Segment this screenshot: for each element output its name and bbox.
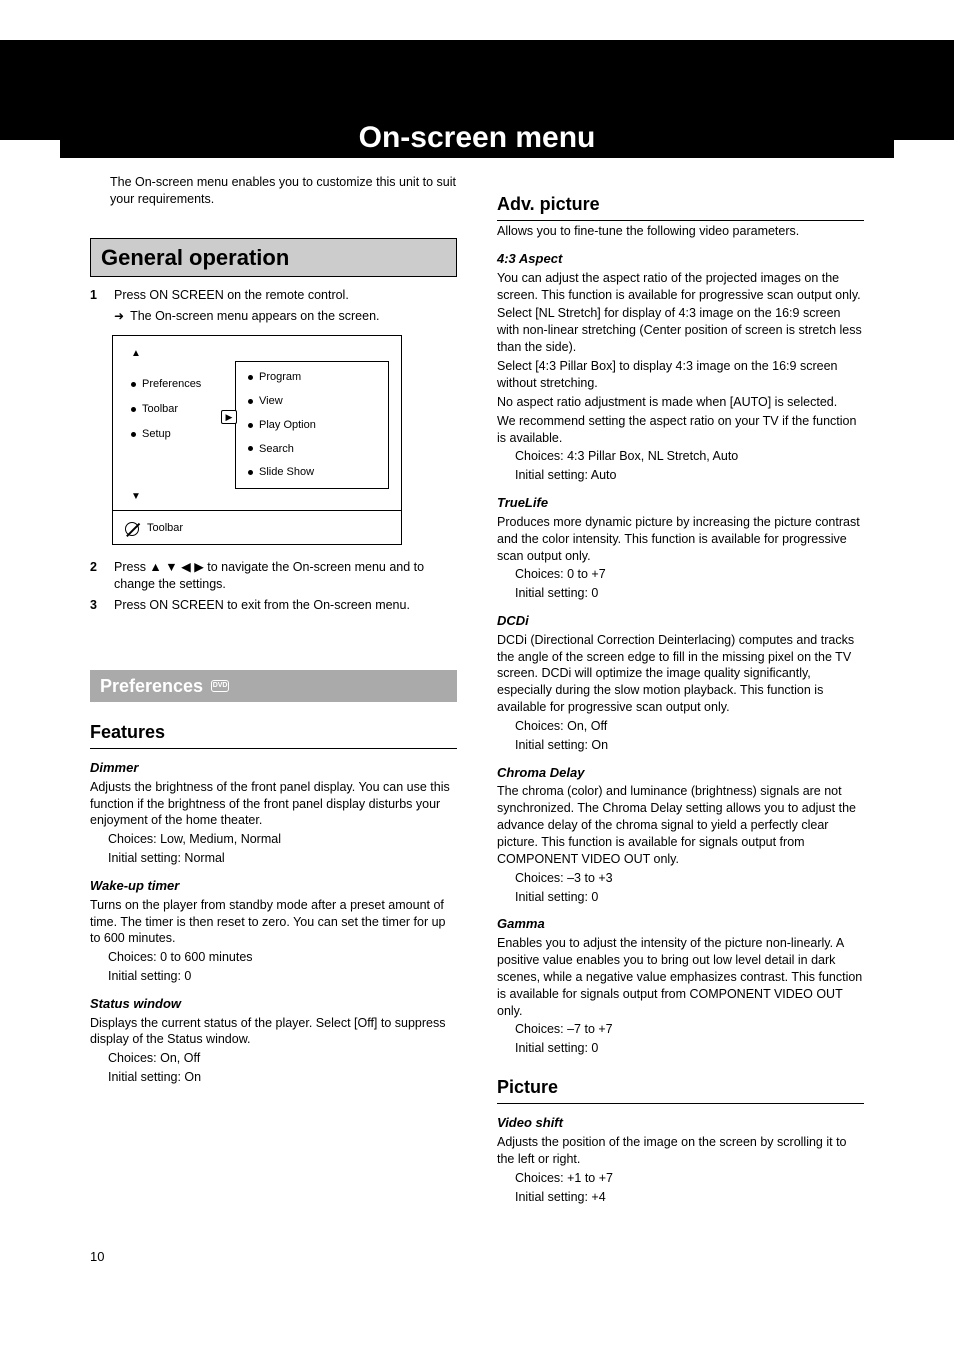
menu-left-item: Toolbar bbox=[131, 402, 225, 417]
status-heading: Status window bbox=[90, 995, 457, 1013]
video-shift-heading: Video shift bbox=[497, 1114, 864, 1132]
menu-down-arrow-icon bbox=[125, 489, 389, 504]
wakeup-heading: Wake-up timer bbox=[90, 877, 457, 895]
aspect-p3: Select [4:3 Pillar Box] to display 4:3 i… bbox=[497, 358, 864, 392]
status-initial: Initial setting: On bbox=[108, 1069, 457, 1086]
menu-left-item: Preferences bbox=[131, 377, 225, 392]
menu-submenu-box: Program View Play Option Search Slide Sh… bbox=[235, 361, 389, 489]
video-shift-choices: Choices: +1 to +7 bbox=[515, 1170, 864, 1187]
status-choices: Choices: On, Off bbox=[108, 1050, 457, 1067]
menu-footer-label: Toolbar bbox=[147, 521, 183, 536]
video-shift-initial: Initial setting: +4 bbox=[515, 1189, 864, 1206]
dimmer-choices: Choices: Low, Medium, Normal bbox=[108, 831, 457, 848]
dvd-icon: DVD bbox=[211, 680, 229, 692]
truelife-choices: Choices: 0 to +7 bbox=[515, 566, 864, 583]
status-body: Displays the current status of the playe… bbox=[90, 1015, 457, 1049]
chroma-heading: Chroma Delay bbox=[497, 764, 864, 782]
dcdi-initial: Initial setting: On bbox=[515, 737, 864, 754]
chroma-choices: Choices: –3 to +3 bbox=[515, 870, 864, 887]
page-title-bar: On-screen menu bbox=[60, 118, 894, 158]
dimmer-heading: Dimmer bbox=[90, 759, 457, 777]
left-column: The On-screen menu enables you to custom… bbox=[90, 174, 457, 1208]
features-heading: Features bbox=[90, 720, 457, 749]
gamma-initial: Initial setting: 0 bbox=[515, 1040, 864, 1057]
menu-right-item: Play Option bbox=[248, 418, 376, 433]
gamma-heading: Gamma bbox=[497, 915, 864, 933]
aspect-p1: You can adjust the aspect ratio of the p… bbox=[497, 270, 864, 304]
step-text: Press ▲ ▼ ◀ ▶ to navigate the On-screen … bbox=[114, 559, 457, 593]
intro-text: The On-screen menu enables you to custom… bbox=[110, 174, 457, 208]
dcdi-choices: Choices: On, Off bbox=[515, 718, 864, 735]
adv-picture-heading: Adv. picture bbox=[497, 192, 864, 221]
dcdi-heading: DCDi bbox=[497, 612, 864, 630]
header-band: On-screen menu bbox=[0, 40, 954, 140]
menu-left-item: Setup bbox=[131, 427, 225, 442]
aspect-heading: 4:3 Aspect bbox=[497, 250, 864, 268]
dimmer-body: Adjusts the brightness of the front pane… bbox=[90, 779, 457, 830]
wakeup-body: Turns on the player from standby mode af… bbox=[90, 897, 457, 948]
adv-picture-intro: Allows you to fine-tune the following vi… bbox=[497, 223, 864, 240]
aspect-p2: Select [NL Stretch] for display of 4:3 i… bbox=[497, 305, 864, 356]
truelife-heading: TrueLife bbox=[497, 494, 864, 512]
right-column: Adv. picture Allows you to fine-tune the… bbox=[497, 174, 864, 1208]
aspect-p5: We recommend setting the aspect ratio on… bbox=[497, 413, 864, 447]
general-operation-heading: General operation bbox=[90, 238, 457, 278]
video-shift-body: Adjusts the position of the image on the… bbox=[497, 1134, 864, 1168]
menu-right-item: Search bbox=[248, 442, 376, 457]
dimmer-initial: Initial setting: Normal bbox=[108, 850, 457, 867]
onscreen-menu-diagram: Preferences Toolbar Setup ▶ Program View… bbox=[112, 335, 402, 545]
aspect-choices: Choices: 4:3 Pillar Box, NL Stretch, Aut… bbox=[515, 448, 864, 465]
step-arrow-note: The On-screen menu appears on the screen… bbox=[114, 308, 457, 325]
dcdi-body: DCDi (Directional Correction Deinterlaci… bbox=[497, 632, 864, 716]
menu-right-item: Program bbox=[248, 370, 376, 385]
chroma-initial: Initial setting: 0 bbox=[515, 889, 864, 906]
wakeup-choices: Choices: 0 to 600 minutes bbox=[108, 949, 457, 966]
preferences-heading: Preferences DVD bbox=[90, 670, 457, 702]
page-title: On-screen menu bbox=[359, 118, 596, 159]
truelife-body: Produces more dynamic picture by increas… bbox=[497, 514, 864, 565]
step-number: 2 bbox=[90, 559, 104, 593]
gamma-body: Enables you to adjust the intensity of t… bbox=[497, 935, 864, 1019]
truelife-initial: Initial setting: 0 bbox=[515, 585, 864, 602]
picture-heading: Picture bbox=[497, 1075, 864, 1104]
aspect-p4: No aspect ratio adjustment is made when … bbox=[497, 394, 864, 411]
menu-right-item: View bbox=[248, 394, 376, 409]
menu-up-arrow-icon bbox=[125, 346, 389, 361]
aspect-initial: Initial setting: Auto bbox=[515, 467, 864, 484]
wakeup-initial: Initial setting: 0 bbox=[108, 968, 457, 985]
chroma-body: The chroma (color) and luminance (bright… bbox=[497, 783, 864, 867]
menu-right-item: Slide Show bbox=[248, 465, 376, 480]
step-text: Press ON SCREEN to exit from the On-scre… bbox=[114, 597, 457, 614]
step-text: Press ON SCREEN on the remote control. bbox=[114, 287, 457, 304]
menu-right-arrow-icon: ▶ bbox=[221, 410, 237, 424]
gamma-choices: Choices: –7 to +7 bbox=[515, 1021, 864, 1038]
page-number: 10 bbox=[90, 1248, 954, 1266]
prohibit-icon bbox=[125, 522, 139, 536]
step-number: 1 bbox=[90, 287, 104, 304]
step-number: 3 bbox=[90, 597, 104, 614]
